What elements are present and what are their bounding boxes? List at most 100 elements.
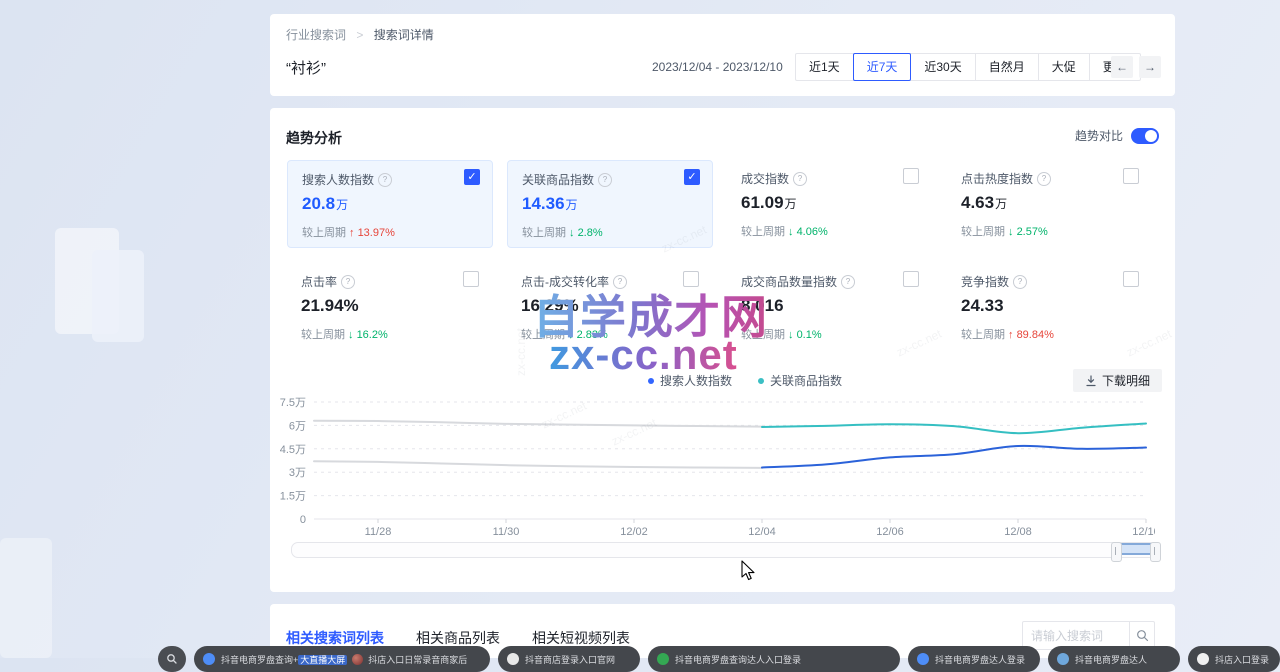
range-button-promo[interactable]: 大促 bbox=[1038, 53, 1090, 81]
metric-value: 4.63万 bbox=[961, 193, 1007, 213]
taskbar-search-icon bbox=[166, 653, 178, 665]
help-icon[interactable]: ? bbox=[793, 172, 807, 186]
metric-compare: 较上周期↑ 89.84% bbox=[961, 326, 1054, 342]
metric-card-click-rate[interactable]: 点击率? 21.94% 较上周期↓ 16.2% bbox=[287, 263, 491, 349]
metric-value: 21.94% bbox=[301, 296, 360, 316]
metric-card-click-conversion-rate[interactable]: 点击-成交转化率? 16.29% 较上周期↓ 2.83% bbox=[507, 263, 711, 349]
taskbar-pill-label: 抖音电商罗盘达人 bbox=[1075, 653, 1147, 666]
search-input[interactable] bbox=[1023, 629, 1129, 643]
taskbar-pill[interactable]: 抖音电商罗盘查询达人入口登录 bbox=[648, 646, 900, 672]
taskbar-pill[interactable]: 抖音商店登录入口官网 bbox=[498, 646, 640, 672]
metric-label: 成交商品数量指数 bbox=[741, 273, 837, 290]
toggle-knob bbox=[1145, 130, 1157, 142]
help-icon[interactable]: ? bbox=[598, 173, 612, 187]
range-button-1day[interactable]: 近1天 bbox=[795, 53, 854, 81]
metric-checkbox[interactable] bbox=[1123, 271, 1139, 287]
chart-range-slider[interactable] bbox=[291, 542, 1157, 558]
background-shape bbox=[0, 538, 52, 658]
metric-checkbox[interactable] bbox=[1123, 168, 1139, 184]
metric-card-click-heat-index[interactable]: 点击热度指数? 4.63万 较上周期↓ 2.57% bbox=[947, 160, 1151, 246]
metric-card-transaction-index[interactable]: 成交指数? 61.09万 较上周期↓ 4.06% bbox=[727, 160, 931, 246]
metric-compare: 较上周期↓ 0.1% bbox=[741, 326, 822, 342]
trend-compare-label: 趋势对比 bbox=[1075, 127, 1123, 144]
svg-text:12/10: 12/10 bbox=[1132, 526, 1155, 538]
metric-label: 点击-成交转化率 bbox=[521, 273, 609, 290]
metric-label: 竞争指数 bbox=[961, 273, 1009, 290]
tab-related-products[interactable]: 相关商品列表 bbox=[416, 628, 500, 648]
metric-compare: 较上周期↓ 16.2% bbox=[301, 326, 388, 342]
legend-item-search-people-index[interactable]: 搜索人数指数 bbox=[648, 372, 732, 389]
metric-value: 61.09万 bbox=[741, 193, 797, 213]
metric-card-search-people-index[interactable]: 搜索人数指数? ✓ 20.8万 较上周期↑ 13.97% bbox=[287, 160, 493, 248]
svg-text:7.5万: 7.5万 bbox=[280, 397, 306, 409]
taskbar-pill-label: 抖音商店登录入口官网 bbox=[525, 653, 615, 666]
next-period-button[interactable]: → bbox=[1139, 56, 1161, 78]
metric-label: 关联商品指数 bbox=[522, 171, 594, 188]
taskbar-pill-icon bbox=[917, 653, 929, 665]
prev-period-button[interactable]: ← bbox=[1111, 56, 1133, 78]
slider-handle-right[interactable] bbox=[1150, 542, 1161, 562]
metric-checkbox[interactable] bbox=[463, 271, 479, 287]
metric-checkbox[interactable]: ✓ bbox=[464, 169, 480, 185]
taskbar-search-button[interactable] bbox=[158, 646, 186, 672]
breadcrumb-industry-search-words[interactable]: 行业搜索词 bbox=[286, 28, 346, 42]
svg-text:12/02: 12/02 bbox=[620, 526, 648, 538]
metric-checkbox[interactable]: ✓ bbox=[684, 169, 700, 185]
taskbar-pill-label: 抖音电商罗盘查询达人入口登录 bbox=[675, 653, 801, 666]
help-icon[interactable]: ? bbox=[1013, 275, 1027, 289]
metric-label: 成交指数 bbox=[741, 170, 789, 187]
taskbar-pill-label: 抖音电商罗盘查询+大直播大屏 bbox=[221, 653, 347, 666]
background-shape bbox=[92, 250, 144, 342]
metric-checkbox[interactable] bbox=[903, 271, 919, 287]
slider-handle-left[interactable] bbox=[1111, 542, 1122, 562]
metric-card-competition-index[interactable]: 竞争指数? 24.33 较上周期↑ 89.84% bbox=[947, 263, 1151, 349]
trend-compare-toggle[interactable] bbox=[1131, 128, 1159, 144]
metric-compare: 较上周期↓ 4.06% bbox=[741, 223, 828, 239]
search-button[interactable] bbox=[1129, 622, 1154, 649]
help-icon[interactable]: ? bbox=[1037, 172, 1051, 186]
trend-line-chart: 7.5万6万4.5万3万1.5万011/2811/3012/0212/0412/… bbox=[270, 396, 1155, 538]
download-icon bbox=[1085, 375, 1097, 387]
help-icon[interactable]: ? bbox=[841, 275, 855, 289]
taskbar-pill-icon bbox=[1057, 653, 1069, 665]
taskbar-pill[interactable]: 抖店入口登录 bbox=[1188, 646, 1280, 672]
taskbar-pill[interactable]: 抖音电商罗盘达人登录 bbox=[908, 646, 1040, 672]
help-icon[interactable]: ? bbox=[613, 275, 627, 289]
trend-analysis-title: 趋势分析 bbox=[286, 128, 342, 148]
legend-item-related-product-index[interactable]: 关联商品指数 bbox=[758, 372, 842, 389]
slider-selected-window[interactable] bbox=[1116, 543, 1156, 555]
metric-value: 20.8万 bbox=[302, 194, 348, 214]
help-icon[interactable]: ? bbox=[341, 275, 355, 289]
page-title: “衬衫” bbox=[286, 57, 326, 78]
svg-text:3万: 3万 bbox=[289, 467, 306, 479]
svg-text:11/30: 11/30 bbox=[493, 526, 520, 538]
breadcrumb-separator: > bbox=[356, 28, 363, 42]
tab-related-search-words[interactable]: 相关搜索词列表 bbox=[286, 628, 384, 648]
legend-dot-teal bbox=[758, 378, 764, 384]
metric-label: 点击热度指数 bbox=[961, 170, 1033, 187]
svg-text:12/04: 12/04 bbox=[748, 526, 776, 538]
metric-compare: 较上周期↓ 2.57% bbox=[961, 223, 1048, 239]
svg-text:12/08: 12/08 bbox=[1004, 526, 1032, 538]
metric-checkbox[interactable] bbox=[903, 168, 919, 184]
taskbar-pill[interactable]: 抖音电商罗盘查询+大直播大屏抖店入口日常录音商家后 bbox=[194, 646, 490, 672]
metric-compare: 较上周期↑ 13.97% bbox=[302, 224, 395, 240]
metric-card-transaction-product-count-index[interactable]: 成交商品数量指数? 8,016 较上周期↓ 0.1% bbox=[727, 263, 931, 349]
metric-value: 14.36万 bbox=[522, 194, 578, 214]
metric-value: 24.33 bbox=[961, 296, 1005, 316]
search-icon bbox=[1136, 629, 1149, 642]
range-button-7day[interactable]: 近7天 bbox=[853, 53, 912, 81]
svg-text:4.5万: 4.5万 bbox=[280, 444, 306, 456]
metric-card-related-product-index[interactable]: 关联商品指数? ✓ 14.36万 较上周期↓ 2.8% bbox=[507, 160, 713, 248]
download-detail-button[interactable]: 下载明细 bbox=[1073, 369, 1162, 392]
range-button-natural-month[interactable]: 自然月 bbox=[975, 53, 1039, 81]
help-icon[interactable]: ? bbox=[378, 173, 392, 187]
taskbar-pill[interactable]: 抖音电商罗盘达人 bbox=[1048, 646, 1180, 672]
range-button-30day[interactable]: 近30天 bbox=[910, 53, 975, 81]
metric-checkbox[interactable] bbox=[683, 271, 699, 287]
metric-label: 搜索人数指数 bbox=[302, 171, 374, 188]
svg-text:0: 0 bbox=[300, 514, 306, 526]
metric-label: 点击率 bbox=[301, 273, 337, 290]
tab-related-short-videos[interactable]: 相关短视频列表 bbox=[532, 628, 630, 648]
breadcrumb-search-word-detail: 搜索词详情 bbox=[374, 28, 434, 42]
